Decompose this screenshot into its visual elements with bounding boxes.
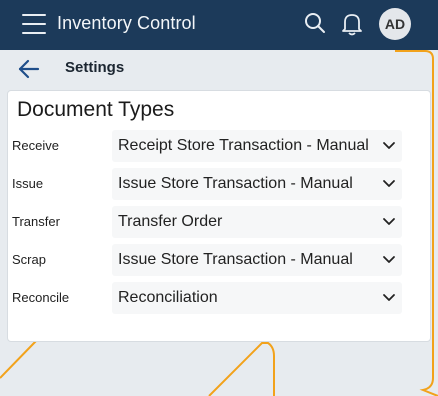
transfer-document-type-select[interactable]: Transfer Order bbox=[112, 206, 402, 238]
app-header: Inventory Control AD bbox=[0, 0, 438, 50]
setting-row-reconcile: Reconcile Reconciliation bbox=[8, 282, 432, 314]
card-heading: Document Types bbox=[17, 98, 175, 121]
reconcile-document-type-select[interactable]: Reconciliation bbox=[112, 282, 402, 314]
setting-row-issue: Issue Issue Store Transaction - Manual bbox=[8, 168, 432, 200]
select-value: Issue Store Transaction - Manual bbox=[118, 175, 353, 192]
setting-row-transfer: Transfer Transfer Order bbox=[8, 206, 432, 238]
arrow-left-icon[interactable] bbox=[17, 58, 41, 80]
chevron-down-icon bbox=[383, 294, 395, 301]
row-label: Scrap bbox=[12, 252, 46, 267]
issue-document-type-select[interactable]: Issue Store Transaction - Manual bbox=[112, 168, 402, 200]
row-label: Reconcile bbox=[12, 290, 70, 305]
row-label: Transfer bbox=[12, 214, 60, 229]
chevron-down-icon bbox=[383, 180, 395, 187]
avatar[interactable]: AD bbox=[379, 8, 411, 40]
search-icon[interactable] bbox=[304, 12, 326, 34]
chevron-down-icon bbox=[383, 256, 395, 263]
setting-row-receive: Receive Receipt Store Transaction - Manu… bbox=[8, 130, 432, 162]
receive-document-type-select[interactable]: Receipt Store Transaction - Manual bbox=[112, 130, 402, 162]
scrap-document-type-select[interactable]: Issue Store Transaction - Manual bbox=[112, 244, 402, 276]
hamburger-icon[interactable] bbox=[22, 14, 46, 34]
document-types-card: Document Types Receive Receipt Store Tra… bbox=[7, 90, 431, 342]
chevron-down-icon bbox=[383, 142, 395, 149]
app-title: Inventory Control bbox=[57, 13, 196, 33]
page-header: Settings bbox=[0, 50, 438, 90]
row-label: Receive bbox=[12, 138, 59, 153]
setting-row-scrap: Scrap Issue Store Transaction - Manual bbox=[8, 244, 432, 276]
bell-icon[interactable] bbox=[341, 12, 363, 36]
row-label: Issue bbox=[12, 176, 44, 191]
page-title: Settings bbox=[65, 59, 125, 76]
select-value: Transfer Order bbox=[118, 213, 223, 230]
select-value: Receipt Store Transaction - Manual bbox=[118, 137, 369, 154]
chevron-down-icon bbox=[383, 218, 395, 225]
select-value: Issue Store Transaction - Manual bbox=[118, 251, 353, 268]
select-value: Reconciliation bbox=[118, 289, 218, 306]
